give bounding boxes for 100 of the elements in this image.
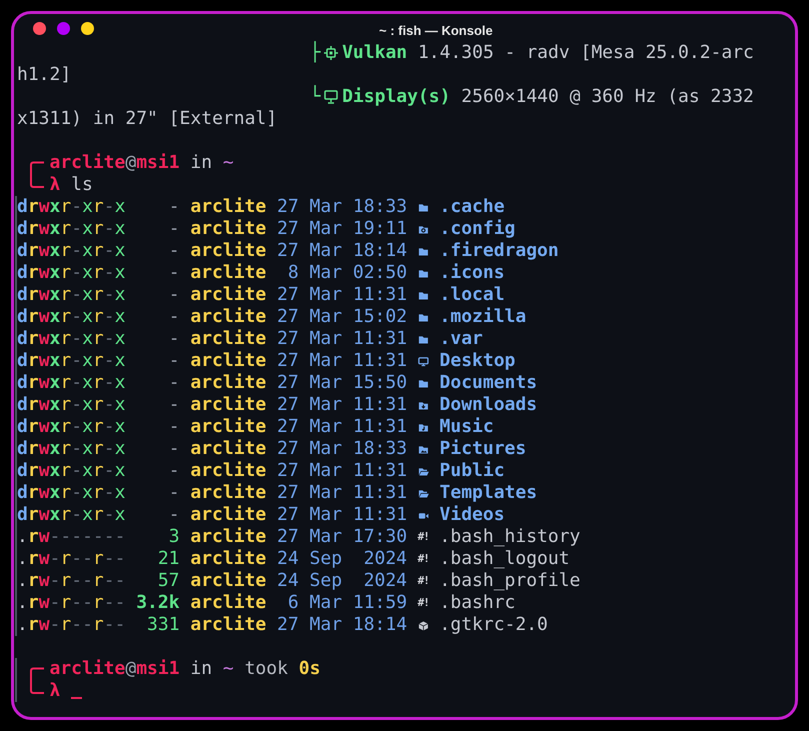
owner-text: arclite	[190, 328, 266, 350]
file-name: .bash_history	[440, 526, 580, 548]
script-glyph: #!	[418, 551, 429, 567]
folder-name: .mozilla	[440, 306, 526, 328]
date-time: 15:02	[352, 306, 408, 328]
owner-text: arclite	[190, 218, 266, 240]
date-day: 27	[277, 460, 299, 482]
permissions-text: d rwxr-xr-x	[17, 350, 126, 372]
date-time: 15:50	[352, 372, 408, 394]
date-day: 27	[277, 218, 299, 240]
date-day: 27	[277, 416, 299, 438]
date-month: Sep	[310, 548, 342, 570]
owner-text: arclite	[190, 394, 266, 416]
folder-icon	[418, 312, 429, 322]
owner-text: arclite	[190, 240, 266, 262]
owner-text: arclite	[190, 614, 266, 636]
folder-name: .config	[440, 218, 516, 240]
date-day: 24	[277, 570, 299, 592]
permissions-text: d rwxr-xr-x	[17, 218, 126, 240]
owner-text: arclite	[190, 548, 266, 570]
date-day: 27	[277, 328, 299, 350]
permissions-text: d rwxr-xr-x	[17, 504, 126, 526]
folder-name: .firedragon	[440, 240, 559, 262]
prompt-directory: ~	[222, 152, 234, 174]
date-month: Mar	[310, 218, 342, 240]
date-time: 19:11	[352, 218, 408, 240]
folder-icon	[418, 246, 429, 256]
permissions-text: d rwxr-xr-x	[17, 306, 126, 328]
prompt-at-sign: @	[125, 658, 136, 680]
permissions-text: d rwxr-xr-x	[17, 328, 126, 350]
date-time: 17:30	[352, 526, 408, 548]
prompt-in: in	[190, 152, 212, 174]
size-text: -	[168, 306, 180, 328]
folder-icon	[418, 290, 429, 300]
module-value: x1311) in 27" [External]	[17, 108, 278, 130]
module-value: 1.4.305 - radv [Mesa 25.0.2-arc	[418, 42, 754, 64]
size-text: 331	[146, 614, 180, 636]
size-text: -	[168, 416, 180, 438]
owner-text: arclite	[190, 284, 266, 306]
image-folder-icon	[418, 444, 429, 454]
date-time: 18:14	[352, 614, 408, 636]
permissions-text: d rwxr-xr-x	[17, 262, 126, 284]
permissions-text: d rwxr-xr-x	[17, 482, 126, 504]
owner-text: arclite	[190, 262, 266, 284]
file-name: .bash_logout	[440, 548, 570, 570]
command-text: ls	[71, 174, 93, 196]
date-time: 11:31	[352, 460, 408, 482]
prompt-host: msi1	[136, 658, 180, 680]
monitor-icon	[418, 356, 429, 366]
date-time: 11:31	[352, 350, 408, 372]
folder-name: Pictures	[440, 438, 526, 460]
date-time: 11:59	[352, 592, 408, 614]
prompt-directory: ~	[222, 658, 234, 680]
script-glyph: #!	[418, 595, 429, 611]
date-time: 02:50	[352, 262, 408, 284]
prompt-symbol: λ	[50, 680, 60, 702]
date-day: 27	[277, 504, 299, 526]
date-time: 18:14	[352, 240, 408, 262]
prompt-duration: 0s	[298, 658, 320, 680]
module-label: Display(s)	[342, 86, 450, 108]
date-time: 11:31	[352, 394, 408, 416]
chip-icon	[324, 46, 338, 60]
date-time: 11:31	[352, 482, 408, 504]
permissions-text: d rwxr-xr-x	[17, 416, 126, 438]
prompt-host: msi1	[136, 152, 180, 174]
size-text: -	[168, 218, 180, 240]
size-text: -	[168, 504, 180, 526]
minimize-button[interactable]	[81, 22, 94, 35]
tree-connector: ├	[310, 42, 320, 64]
permissions-text: .rw-------	[17, 526, 126, 548]
size-text: -	[168, 482, 180, 504]
date-day: 27	[277, 438, 299, 460]
folder-name: .var	[440, 328, 483, 350]
prompt-user: arclite	[50, 152, 126, 174]
close-button[interactable]	[33, 22, 46, 35]
folder-name: Desktop	[440, 350, 516, 372]
permissions-text: .rw-r--r--	[17, 592, 126, 614]
folder-name: Downloads	[440, 394, 538, 416]
date-day: 27	[277, 394, 299, 416]
tree-connector: └	[310, 86, 320, 108]
date-day: 6	[277, 592, 299, 614]
date-month: Mar	[310, 460, 342, 482]
module-label: Vulkan	[342, 42, 408, 64]
file-name: .gtkrc-2.0	[440, 614, 548, 636]
size-text: -	[168, 262, 180, 284]
permissions-text: d rwxr-xr-x	[17, 372, 126, 394]
size-text: 3	[168, 526, 180, 548]
size-text: -	[168, 350, 180, 372]
open-folder-icon	[418, 488, 429, 498]
date-month: Mar	[310, 240, 342, 262]
maximize-button[interactable]	[57, 22, 70, 35]
size-text: -	[168, 372, 180, 394]
permissions-text: d rwxr-xr-x	[17, 196, 126, 218]
permissions-text: d rwxr-xr-x	[17, 460, 126, 482]
prompt-at-sign: @	[125, 152, 136, 174]
cube-icon	[418, 620, 429, 630]
date-time: 2024	[362, 548, 408, 570]
date-day: 27	[277, 196, 299, 218]
folder-icon	[418, 334, 429, 344]
size-text: -	[168, 438, 180, 460]
